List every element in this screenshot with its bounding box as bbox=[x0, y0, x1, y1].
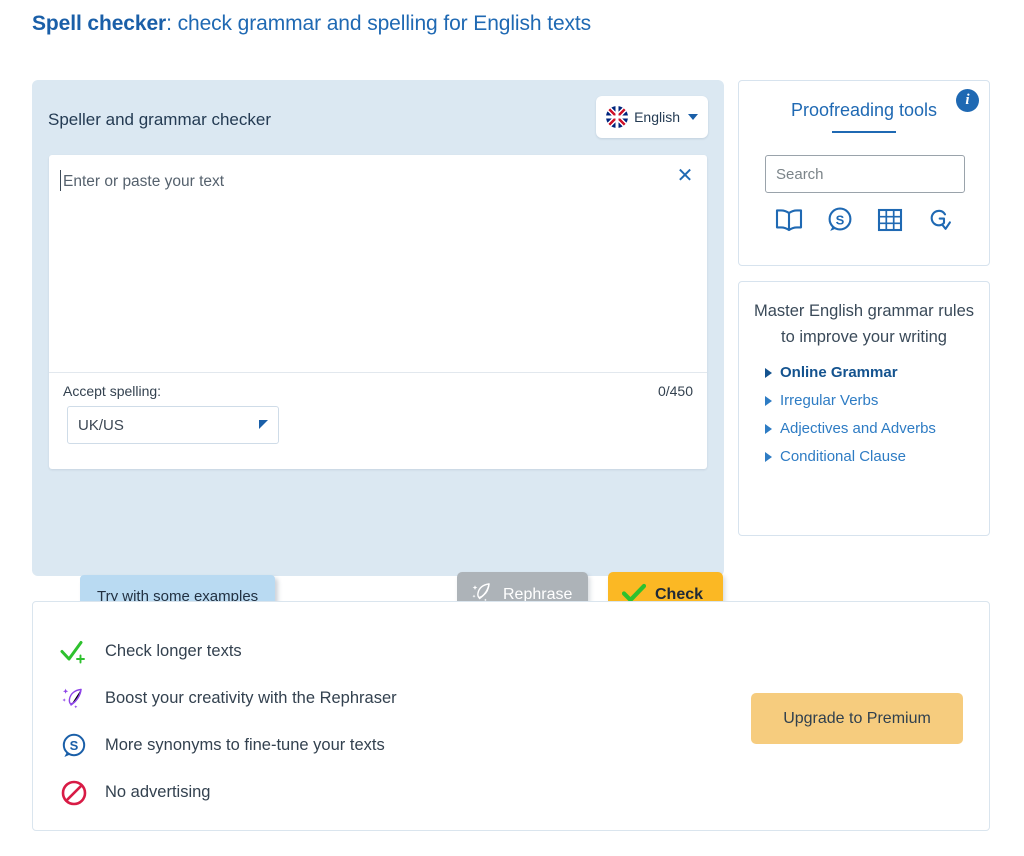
benefit-row: Boost your creativity with the Rephraser bbox=[59, 675, 397, 722]
triangle-right-icon bbox=[765, 367, 772, 378]
info-icon[interactable]: i bbox=[956, 89, 979, 112]
editor-placeholder: Enter or paste your text bbox=[60, 170, 693, 191]
text-caret bbox=[60, 170, 61, 191]
no-advertising-icon bbox=[59, 779, 89, 807]
checker-header: Speller and grammar checker English bbox=[48, 96, 708, 146]
triangle-right-icon bbox=[765, 423, 772, 434]
uk-flag-icon bbox=[606, 106, 629, 128]
checker-heading: Speller and grammar checker bbox=[48, 110, 271, 129]
grammar-link-online-grammar[interactable]: Online Grammar bbox=[765, 364, 975, 381]
checker-panel: Speller and grammar checker English Ente… bbox=[32, 80, 724, 618]
editor-footer: Accept spelling: 0/450 UK/US bbox=[49, 374, 707, 469]
language-label: English bbox=[634, 109, 680, 125]
svg-text:S: S bbox=[70, 738, 79, 753]
accept-spelling-label: Accept spelling: bbox=[63, 383, 162, 399]
close-x-icon[interactable]: ✕ bbox=[675, 166, 695, 187]
grammar-link-irregular-verbs[interactable]: Irregular Verbs bbox=[765, 392, 975, 409]
spelling-variant-select[interactable]: UK/US bbox=[67, 406, 279, 444]
editor-placeholder-text: Enter or paste your text bbox=[63, 173, 225, 190]
check-plus-icon bbox=[59, 639, 89, 665]
proofreading-tools-title: Proofreading tools bbox=[790, 100, 938, 120]
triangle-right-icon bbox=[765, 451, 772, 462]
conjugation-grid-icon[interactable] bbox=[876, 206, 904, 234]
grammar-link-label: Adjectives and Adverbs bbox=[780, 420, 936, 437]
grammar-links-list: Online Grammar Irregular Verbs Adjective… bbox=[753, 364, 975, 465]
grammar-link-label: Conditional Clause bbox=[780, 448, 906, 465]
upgrade-to-premium-button[interactable]: Upgrade to Premium bbox=[751, 693, 963, 744]
triangle-right-icon bbox=[765, 395, 772, 406]
benefit-label: Boost your creativity with the Rephraser bbox=[105, 689, 397, 707]
language-selector[interactable]: English bbox=[596, 96, 708, 138]
benefit-row: S More synonyms to fine-tune your texts bbox=[59, 722, 397, 769]
proofreading-tools-card: Proofreading tools i S bbox=[738, 80, 990, 266]
synonyms-s-icon: S bbox=[59, 732, 89, 760]
grammar-rules-card: Master English grammar rules to improve … bbox=[738, 281, 990, 536]
grammar-link-label: Irregular Verbs bbox=[780, 392, 879, 409]
svg-text:S: S bbox=[836, 212, 845, 227]
text-input-area[interactable]: Enter or paste your text ✕ bbox=[49, 155, 707, 373]
benefit-label: Check longer texts bbox=[105, 642, 242, 660]
benefit-row: Check longer texts bbox=[59, 628, 397, 675]
premium-features-panel: Check longer texts Boost your creativity… bbox=[32, 601, 990, 831]
grammar-link-conditional-clause[interactable]: Conditional Clause bbox=[765, 448, 975, 465]
spell-checker-page: Spell checker: check grammar and spellin… bbox=[0, 0, 1024, 856]
chevron-down-icon bbox=[688, 114, 698, 120]
grammar-link-label: Online Grammar bbox=[780, 364, 898, 381]
benefit-row: No advertising bbox=[59, 769, 397, 816]
grammar-card-heading: Master English grammar rules to improve … bbox=[753, 302, 975, 346]
editor-card: Enter or paste your text ✕ Accept spelli… bbox=[49, 155, 707, 469]
feather-sparkle-icon bbox=[59, 685, 89, 713]
benefits-list: Check longer texts Boost your creativity… bbox=[59, 628, 397, 816]
grammar-g-check-icon[interactable] bbox=[926, 206, 954, 234]
title-underline bbox=[832, 131, 896, 133]
grammar-link-adjectives-adverbs[interactable]: Adjectives and Adverbs bbox=[765, 420, 975, 437]
tool-icons-row: S bbox=[739, 206, 989, 234]
page-title-bold: Spell checker bbox=[32, 12, 167, 35]
page-title: Spell checker: check grammar and spellin… bbox=[32, 12, 591, 36]
character-counter: 0/450 bbox=[657, 383, 693, 399]
benefit-label: More synonyms to fine-tune your texts bbox=[105, 736, 385, 754]
synonyms-s-icon[interactable]: S bbox=[826, 206, 854, 234]
dropdown-arrow-icon bbox=[259, 420, 268, 429]
spelling-variant-value: UK/US bbox=[78, 416, 124, 434]
search-input[interactable] bbox=[765, 155, 965, 193]
dictionary-book-icon[interactable] bbox=[774, 207, 804, 233]
benefit-label: No advertising bbox=[105, 783, 211, 801]
page-title-rest: : check grammar and spelling for English… bbox=[166, 12, 592, 35]
